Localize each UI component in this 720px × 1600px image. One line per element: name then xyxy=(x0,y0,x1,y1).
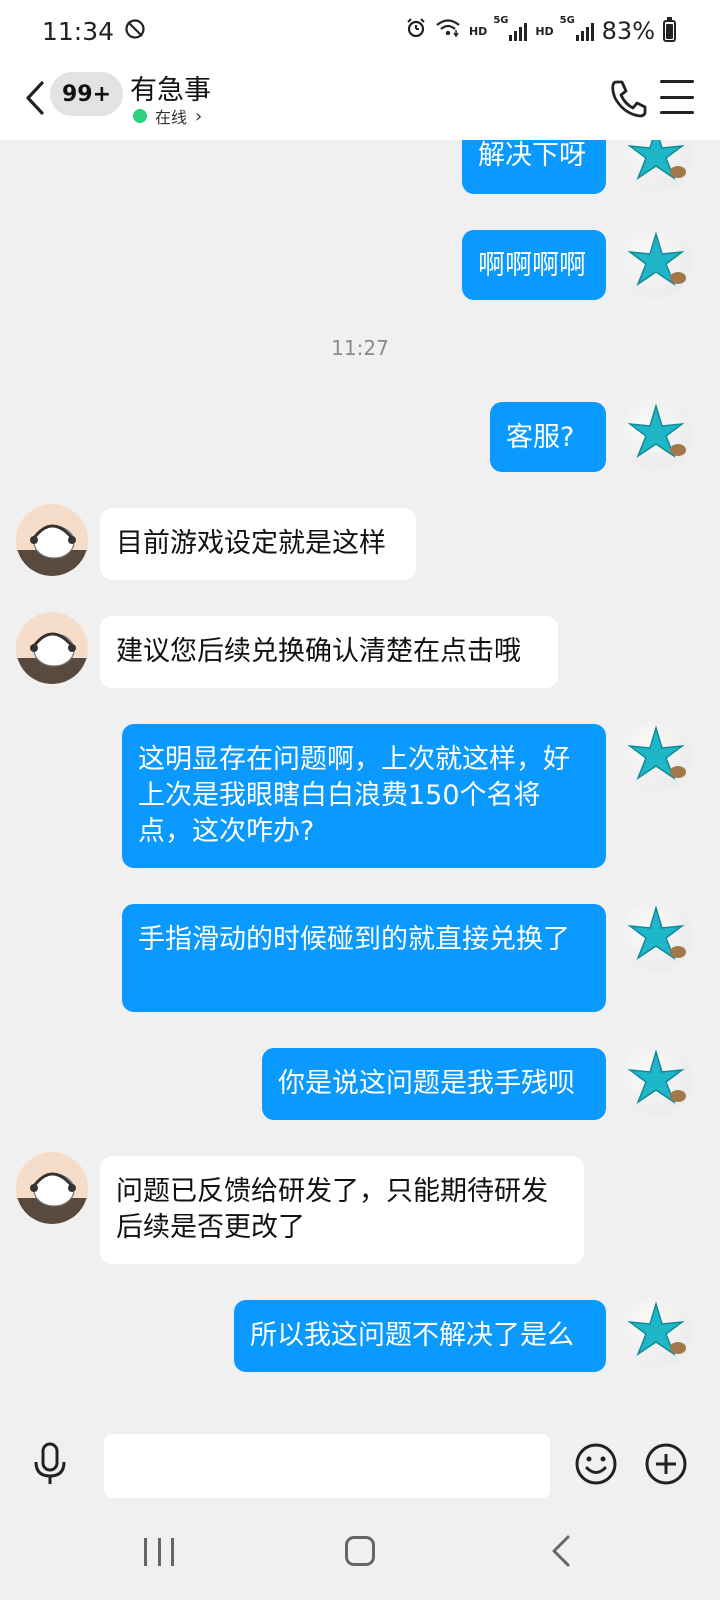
avatar[interactable] xyxy=(620,720,692,792)
avatar[interactable] xyxy=(620,900,692,972)
message-text: 手指滑动的时候碰到的就直接兑换了 xyxy=(138,924,570,955)
online-status-label: 在线 xyxy=(155,108,188,127)
contact-name[interactable]: 有急事 xyxy=(130,68,211,107)
message-text: 建议您后续兑换确认清楚在点击哦 xyxy=(116,636,521,667)
time-separator: 11:27 xyxy=(331,336,389,360)
online-dot xyxy=(133,109,147,123)
menu-icon-line xyxy=(660,95,694,99)
message-text: 所以我这问题不解决了是么 xyxy=(250,1320,574,1351)
unread-badge[interactable]: 99+ xyxy=(50,72,124,116)
avatar[interactable] xyxy=(620,1296,692,1368)
system-nav-bar xyxy=(0,1508,720,1600)
starfish-avatar-icon xyxy=(627,140,686,180)
starfish-avatar-icon xyxy=(627,403,686,458)
message-bubble-incoming[interactable]: 建议您后续兑换确认清楚在点击哦 xyxy=(100,616,558,688)
avatar[interactable] xyxy=(620,1044,692,1116)
cat-headset-avatar-icon xyxy=(16,1172,88,1224)
plus-icon xyxy=(645,1443,687,1485)
message-text: 你是说这问题是我手残呗 xyxy=(278,1068,575,1099)
hd-label-2: HD xyxy=(535,24,554,38)
online-status[interactable]: 在线 › xyxy=(133,104,202,128)
chat-header: 99+ 有急事 在线 › xyxy=(0,62,720,140)
message-bubble-incoming[interactable]: 目前游戏设定就是这样 xyxy=(100,508,416,580)
emoji-icon xyxy=(575,1443,617,1485)
recent-apps-icon xyxy=(157,1538,161,1566)
message-text: 客服? xyxy=(506,422,575,453)
status-time: 11:34 xyxy=(42,16,115,46)
message-bubble-outgoing[interactable]: 所以我这问题不解决了是么 xyxy=(234,1300,606,1372)
signal-icon: 5G xyxy=(493,15,528,41)
avatar[interactable] xyxy=(620,398,692,470)
status-left: 11:34 xyxy=(42,17,146,46)
message-text: 解决下呀 xyxy=(478,140,586,171)
message-text: 这明显存在问题啊，上次就这样，好上次是我眼瞎白白浪费150个名将点，这次咋办? xyxy=(138,744,570,847)
alarm-muted-icon xyxy=(124,17,146,46)
phone-button[interactable] xyxy=(608,76,648,120)
menu-icon-line xyxy=(660,80,694,83)
network-label-1: 5G xyxy=(493,15,509,26)
message-text: 目前游戏设定就是这样 xyxy=(116,528,386,559)
recent-apps-icon xyxy=(171,1538,174,1566)
chevron-left-icon xyxy=(26,81,44,115)
message-input[interactable] xyxy=(104,1434,550,1498)
avatar[interactable] xyxy=(16,504,88,576)
hd-label-1: HD xyxy=(468,24,488,38)
voice-button[interactable] xyxy=(30,1440,70,1488)
message-bubble-outgoing[interactable]: 客服? xyxy=(490,402,606,472)
starfish-avatar-icon xyxy=(627,905,686,960)
phone-icon xyxy=(611,80,647,118)
status-bar: 11:34 HD 5G HD 5G 83% xyxy=(0,0,720,62)
alarm-icon xyxy=(405,17,427,45)
avatar[interactable] xyxy=(16,1152,88,1224)
cat-headset-avatar-icon xyxy=(16,632,88,684)
system-back-button[interactable] xyxy=(548,1534,574,1568)
menu-button[interactable] xyxy=(660,80,694,114)
message-bubble-outgoing[interactable]: 手指滑动的时候碰到的就直接兑换了 xyxy=(122,904,606,1012)
battery-icon xyxy=(663,17,676,42)
chevron-right-icon: › xyxy=(195,105,203,127)
avatar[interactable] xyxy=(620,140,692,192)
message-text: 啊啊啊啊 xyxy=(478,250,586,281)
message-bubble-incoming[interactable]: 问题已反馈给研发了，只能期待研发后续是否更改了 xyxy=(100,1156,584,1264)
status-right: HD 5G HD 5G 83% xyxy=(405,15,676,45)
back-button[interactable] xyxy=(20,76,50,120)
message-bubble-outgoing[interactable]: 解决下呀 xyxy=(462,140,606,194)
menu-icon-line xyxy=(660,111,694,114)
microphone-icon xyxy=(34,1442,66,1484)
back-arrow-icon xyxy=(552,1535,570,1567)
home-button[interactable] xyxy=(345,1536,375,1566)
network-label-2: 5G xyxy=(559,15,575,26)
starfish-avatar-icon xyxy=(627,1301,686,1356)
recent-apps-icon xyxy=(144,1538,147,1566)
recent-apps-button[interactable] xyxy=(144,1538,174,1566)
starfish-avatar-icon xyxy=(627,725,686,780)
starfish-avatar-icon xyxy=(627,1049,686,1104)
input-bar xyxy=(0,1422,720,1508)
message-bubble-outgoing[interactable]: 这明显存在问题啊，上次就这样，好上次是我眼瞎白白浪费150个名将点，这次咋办? xyxy=(122,724,606,868)
plus-button[interactable] xyxy=(644,1442,688,1486)
avatar[interactable] xyxy=(620,226,692,298)
signal-icon: 5G xyxy=(560,15,594,41)
message-bubble-outgoing[interactable]: 啊啊啊啊 xyxy=(462,230,606,300)
chat-messages[interactable]: 解决下呀 啊啊啊啊 11:27 客服? 目前游戏设定就是这样 建议您后续兑换确认… xyxy=(0,140,720,1422)
starfish-avatar-icon xyxy=(627,231,686,286)
wifi-icon xyxy=(435,17,461,45)
battery-percent: 83% xyxy=(601,17,655,45)
message-bubble-outgoing[interactable]: 你是说这问题是我手残呗 xyxy=(262,1048,606,1120)
cat-headset-avatar-icon xyxy=(16,524,88,576)
emoji-button[interactable] xyxy=(574,1442,618,1486)
message-text: 问题已反馈给研发了，只能期待研发后续是否更改了 xyxy=(116,1176,548,1243)
avatar[interactable] xyxy=(16,612,88,684)
